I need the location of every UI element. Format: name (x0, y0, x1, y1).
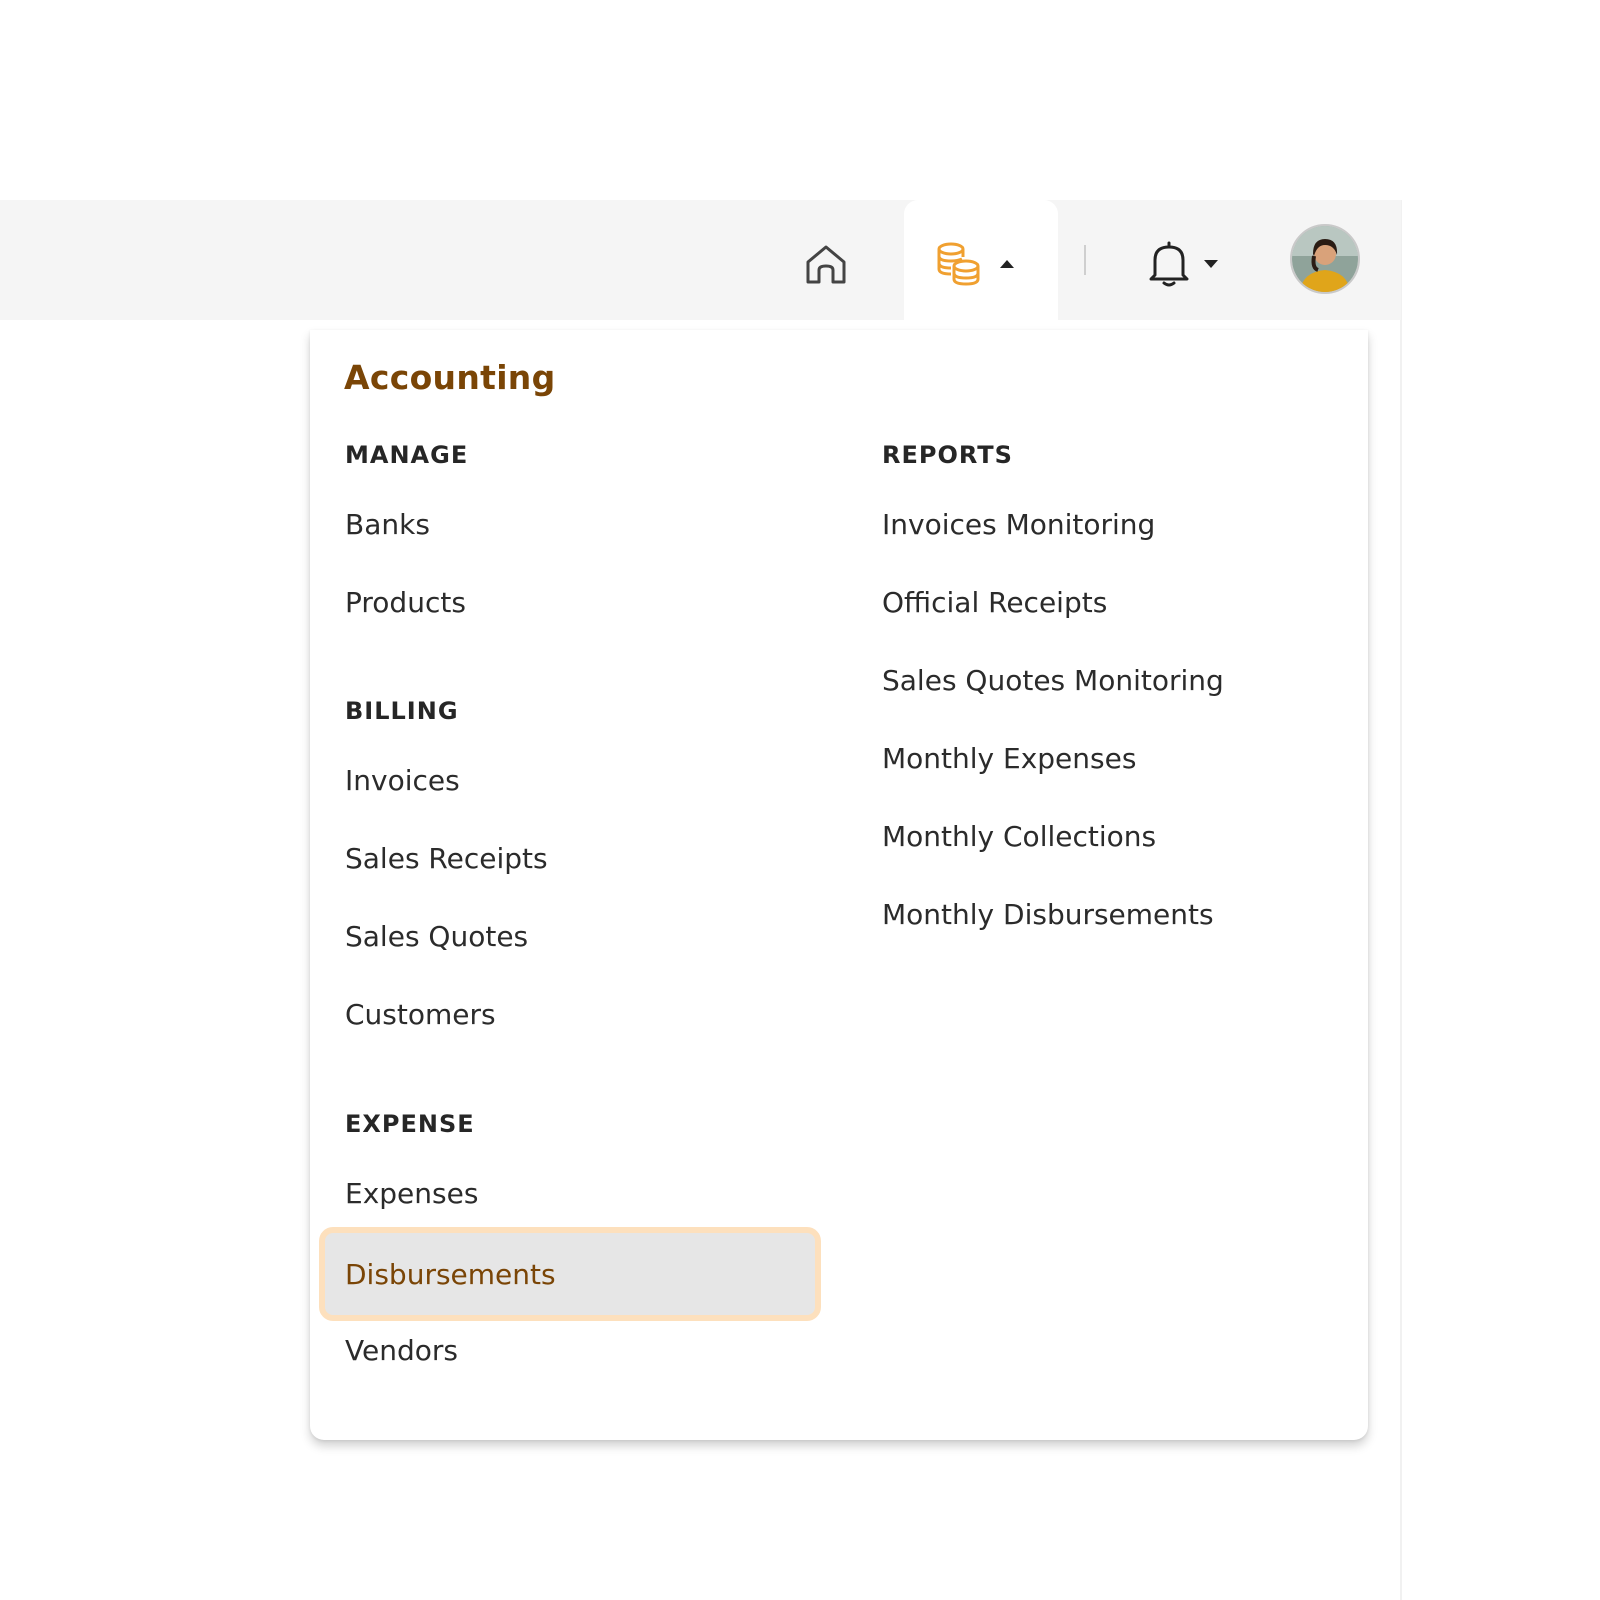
dropdown-title: Accounting (344, 358, 556, 397)
menu-item-monthly-disbursements[interactable]: Monthly Disbursements (882, 898, 1214, 931)
user-avatar-icon (1292, 226, 1358, 292)
menu-item-monthly-expenses[interactable]: Monthly Expenses (882, 742, 1136, 775)
section-heading-manage: MANAGE (345, 441, 469, 469)
menu-item-products[interactable]: Products (345, 586, 466, 619)
content-edge (1400, 200, 1402, 1600)
nav-separator (1084, 245, 1086, 275)
menu-item-official-receipts[interactable]: Official Receipts (882, 586, 1107, 619)
bell-icon (1149, 241, 1189, 287)
home-nav-button[interactable] (796, 234, 856, 294)
menu-item-customers[interactable]: Customers (345, 998, 496, 1031)
menu-item-banks[interactable]: Banks (345, 508, 430, 541)
home-icon (806, 245, 846, 284)
menu-item-disbursements[interactable]: Disbursements (319, 1227, 821, 1321)
caret-up-icon (1000, 260, 1014, 268)
menu-item-sales-receipts[interactable]: Sales Receipts (345, 842, 548, 875)
notifications-nav-button[interactable] (1146, 234, 1236, 294)
section-heading-expense: EXPENSE (345, 1110, 475, 1138)
section-heading-reports: REPORTS (882, 441, 1013, 469)
user-avatar[interactable] (1290, 224, 1360, 294)
menu-item-invoices-monitoring[interactable]: Invoices Monitoring (882, 508, 1155, 541)
menu-item-sales-quotes[interactable]: Sales Quotes (345, 920, 528, 953)
app-root: Accounting MANAGE Banks Products BILLING… (0, 0, 1600, 1600)
menu-item-vendors[interactable]: Vendors (345, 1334, 458, 1367)
menu-item-monthly-collections[interactable]: Monthly Collections (882, 820, 1156, 853)
coins-icon (937, 242, 980, 286)
menu-item-expenses[interactable]: Expenses (345, 1177, 478, 1210)
menu-item-invoices[interactable]: Invoices (345, 764, 460, 797)
menu-item-sales-quotes-monitoring[interactable]: Sales Quotes Monitoring (882, 664, 1224, 697)
section-heading-billing: BILLING (345, 697, 459, 725)
caret-down-icon (1204, 260, 1218, 268)
accounting-nav-button[interactable] (934, 234, 1034, 294)
